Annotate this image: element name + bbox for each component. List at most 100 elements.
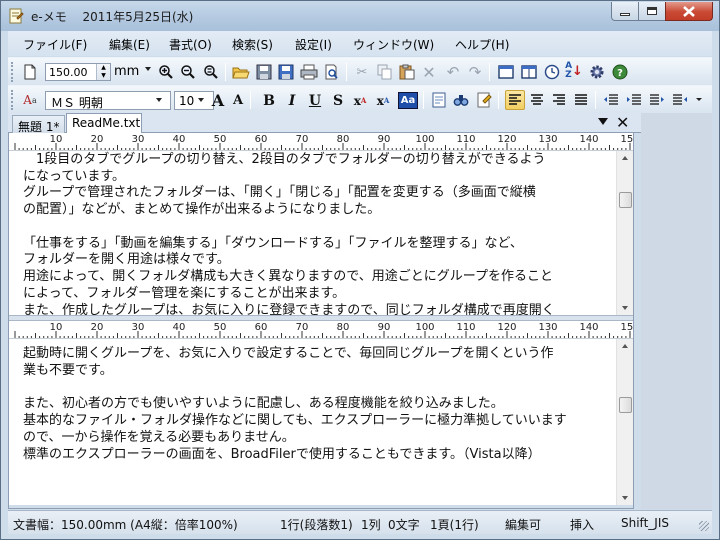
toolbar-grip[interactable] [11, 90, 14, 110]
strikethrough-button[interactable]: S [329, 91, 347, 110]
toolbar-overflow-icon[interactable] [696, 98, 702, 101]
subscript-button[interactable]: xA [374, 91, 392, 110]
status-document-width: 文書幅：150.00mm (A4縦：倍率100%) [13, 518, 238, 532]
toolbar-separator [489, 63, 490, 81]
line-spacing-icon[interactable] [671, 91, 689, 109]
menu-edit[interactable]: 編集(E) [109, 36, 150, 53]
help-icon[interactable]: ? [611, 63, 629, 81]
italic-button[interactable]: I [283, 91, 301, 110]
text-line: 標準のエクスプローラーの画面を、BroadFilerで使用することもできます。（… [23, 447, 541, 462]
ruler-label: 60 [255, 134, 268, 145]
title-bar[interactable]: e-メモ 2011年5月25日(水) [1, 1, 719, 31]
toolbar-grip[interactable] [11, 62, 14, 82]
scroll-down-icon[interactable] [622, 496, 628, 500]
tab-readme[interactable]: ReadMe.txt [66, 113, 142, 134]
close-tab-icon[interactable]: ✕ [616, 113, 629, 132]
open-folder-icon[interactable] [232, 63, 250, 81]
menu-settings[interactable]: 設定(I) [295, 36, 332, 53]
justify-icon[interactable] [572, 91, 590, 109]
menu-format[interactable]: 書式(O) [169, 36, 212, 53]
underline-button[interactable]: U [306, 91, 324, 110]
chevron-down-icon [145, 67, 151, 71]
scroll-up-icon[interactable] [622, 344, 628, 348]
close-button[interactable] [665, 2, 713, 21]
paste-icon[interactable] [398, 63, 416, 81]
cut-icon[interactable]: ✂ [353, 63, 371, 81]
menu-window[interactable]: ウィンドウ(W) [353, 36, 434, 53]
ruler-label: 10 [50, 322, 63, 333]
bold-button[interactable]: B [260, 91, 278, 110]
find-icon[interactable] [452, 91, 470, 109]
replace-icon[interactable] [475, 91, 493, 109]
menu-search[interactable]: 検索(S) [232, 36, 273, 53]
shrink-font-button[interactable]: A [230, 91, 246, 110]
save-icon[interactable] [255, 63, 273, 81]
superscript-button[interactable]: xA [351, 91, 369, 110]
indent-increase-icon[interactable] [625, 91, 643, 109]
side-area [641, 113, 712, 509]
scroll-thumb[interactable] [619, 192, 632, 208]
grow-font-button[interactable]: A [209, 91, 227, 110]
tab-untitled[interactable]: 無題 1* [12, 115, 65, 134]
page-icon[interactable] [21, 63, 39, 81]
indent-decrease-icon[interactable] [602, 91, 620, 109]
ruler-scale: 10 20 30 40 50 60 70 80 90 100 110 120 130 140 150 [14, 134, 633, 150]
window-title: e-メモ 2011年5月25日(水) [31, 10, 194, 24]
ruler-bottom[interactable]: 10 20 30 40 50 60 70 80 90 100 110 120 130 140 150 [9, 321, 633, 339]
width-stepper[interactable]: ▲ ▼ [96, 64, 110, 80]
redo-icon[interactable]: ↷ [466, 63, 484, 81]
minimize-button[interactable] [611, 2, 639, 21]
toolbar-separator [595, 91, 596, 109]
zoom-out-icon[interactable] [179, 63, 197, 81]
toolbar-separator [423, 91, 424, 109]
split-pane-icon[interactable] [520, 63, 538, 81]
sort-az-icon[interactable]: A Z ↓ [565, 62, 583, 80]
scroll-down-icon[interactable] [622, 306, 628, 310]
font-name-select[interactable]: ＭＳ 明朝 [45, 91, 171, 110]
zoom-in-icon[interactable] [157, 63, 175, 81]
settings-icon[interactable] [588, 63, 606, 81]
align-left-icon[interactable] [505, 90, 525, 110]
print-preview-icon[interactable] [323, 63, 341, 81]
ruler-label: 140 [579, 322, 598, 333]
align-center-icon[interactable] [528, 91, 546, 109]
print-icon[interactable] [300, 63, 318, 81]
document-tabs: 無題 1* ReadMe.txt ✕ [8, 113, 641, 134]
editor-pane-top[interactable]: 1段目のタブでグループの切り替え、2段目のタブでフォルダーの切り替えができるよう… [9, 151, 616, 315]
ruler-top[interactable]: 10 20 30 40 50 60 70 80 90 100 110 120 130 140 150 [9, 133, 633, 151]
document-icon[interactable] [430, 91, 448, 109]
ruler-label: 70 [296, 322, 309, 333]
menu-help[interactable]: ヘルプ(H) [455, 36, 509, 53]
scroll-up-icon[interactable] [622, 156, 628, 160]
scrollbar-bottom-pane[interactable] [616, 339, 633, 505]
undo-icon[interactable]: ↶ [444, 63, 462, 81]
align-right-icon[interactable] [550, 91, 568, 109]
tab-list-icon[interactable] [598, 118, 608, 125]
clock-icon[interactable] [543, 63, 561, 81]
font-size-select[interactable]: 10 [174, 91, 214, 110]
ruler-label: 150 [620, 134, 633, 145]
copy-icon[interactable] [376, 63, 394, 81]
status-encoding: Shift_JIS [621, 516, 669, 530]
ruler-label: 30 [132, 322, 145, 333]
delete-icon[interactable]: ✕ [420, 63, 438, 82]
maximize-button[interactable] [638, 2, 666, 21]
resize-grip[interactable] [699, 521, 709, 531]
scroll-thumb[interactable] [619, 397, 632, 413]
ruler-label: 60 [255, 322, 268, 333]
ruler-label: 20 [91, 322, 104, 333]
superscript-label: x [353, 93, 361, 108]
outdent-icon[interactable] [648, 91, 666, 109]
menu-file[interactable]: ファイル(F) [23, 36, 87, 53]
single-pane-icon[interactable] [497, 63, 515, 81]
zoom-reset-icon[interactable] [202, 63, 220, 81]
menu-bar: ファイル(F) 編集(E) 書式(O) 検索(S) 設定(I) ウィンドウ(W)… [8, 31, 712, 56]
ruler-label: 50 [214, 134, 227, 145]
scrollbar-top-pane[interactable] [616, 151, 633, 315]
unit-select[interactable]: mm [112, 63, 160, 81]
highlight-button[interactable]: Aa [398, 92, 418, 109]
editor-pane-bottom[interactable]: 起動時に開くグループを、お気に入りで設定することで、毎回同じグループを開くという… [9, 339, 616, 505]
font-style-icon[interactable]: Aa [21, 91, 39, 109]
save-as-icon[interactable] [277, 63, 295, 81]
subscript-label: x [376, 93, 384, 108]
